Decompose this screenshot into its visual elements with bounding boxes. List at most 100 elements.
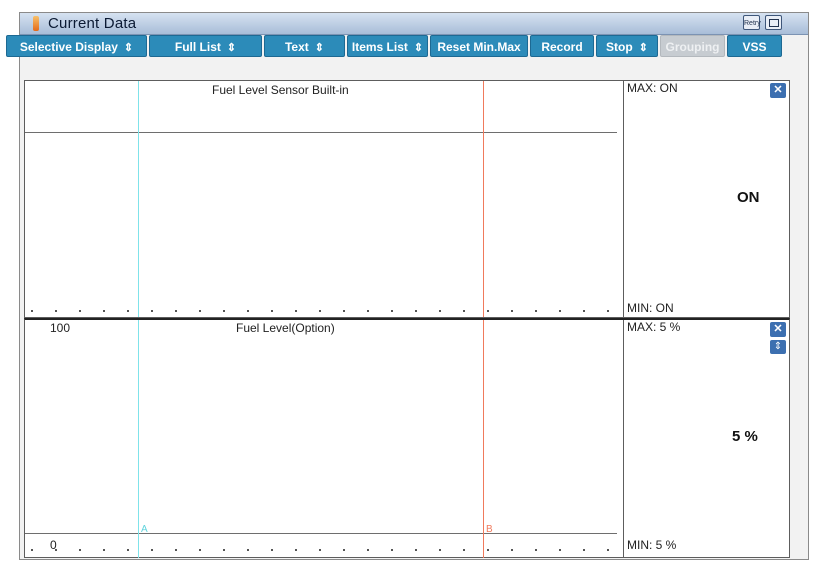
max-label: MAX: ON [627, 81, 678, 95]
graph-pane-fuel-level-sensor: Fuel Level Sensor Built-in MAX: ON ✕ ON … [24, 80, 790, 318]
cursor-b[interactable] [483, 320, 484, 558]
axis-tick [319, 549, 321, 551]
graph-side-panel: MAX: ON ✕ ON MIN: ON [623, 81, 791, 317]
record-label: Record [541, 40, 583, 54]
axis-tick [103, 549, 105, 551]
axis-tick [199, 310, 201, 312]
axis-tick [127, 310, 129, 312]
signal-trace [25, 132, 617, 133]
axis-tick [535, 549, 537, 551]
axis-tick [367, 549, 369, 551]
min-label: MIN: 5 % [627, 538, 677, 552]
axis-tick [583, 310, 585, 312]
axis-tick [559, 310, 561, 312]
selective-display-button[interactable]: Selective Display ⇕ [6, 35, 147, 57]
graph-side-panel: MAX: 5 % ✕ ⇕ 5 % MIN: 5 % [623, 320, 791, 558]
text-label: Text [284, 40, 309, 54]
axis-tick [175, 310, 177, 312]
updown-caret-icon: ⇕ [638, 42, 648, 54]
max-label: MAX: 5 % [627, 320, 681, 334]
cursor-a-label: A [141, 524, 148, 535]
axis-tick [55, 549, 57, 551]
close-icon[interactable]: ✕ [770, 322, 786, 337]
axis-tick [295, 310, 297, 312]
graph-title: Fuel Level(Option) [236, 321, 335, 335]
axis-tick [199, 549, 201, 551]
vss-button[interactable]: VSS [727, 35, 782, 57]
axis-tick [607, 310, 609, 312]
axis-tick [103, 310, 105, 312]
axis-tick [607, 549, 609, 551]
record-button[interactable]: Record [530, 35, 594, 57]
updown-caret-icon: ⇕ [413, 42, 424, 54]
cursor-a[interactable] [138, 81, 139, 317]
axis-tick [151, 549, 153, 551]
grouping-label: Grouping [665, 40, 720, 54]
app-icon [33, 16, 39, 31]
cursor-b-label: B [486, 524, 493, 535]
axis-tick [151, 310, 153, 312]
axis-tick [127, 549, 129, 551]
close-icon[interactable]: ✕ [770, 83, 786, 98]
stop-label: Stop [606, 40, 633, 54]
current-value: ON [737, 189, 760, 206]
axis-tick [223, 549, 225, 551]
stop-button[interactable]: Stop ⇕ [596, 35, 658, 57]
reset-min-max-button[interactable]: Reset Min.Max [430, 35, 528, 57]
restore-icon[interactable] [765, 15, 782, 30]
axis-tick [343, 310, 345, 312]
axis-tick [511, 310, 513, 312]
updown-caret-icon: ⇕ [123, 42, 134, 54]
full-list-label: Full List [174, 40, 221, 54]
axis-tick [391, 549, 393, 551]
graph-plot-area[interactable]: 100 Fuel Level(Option) A B 0 [25, 320, 623, 558]
cursor-a[interactable] [138, 320, 139, 558]
vss-label: VSS [742, 40, 767, 54]
full-list-button[interactable]: Full List ⇕ [149, 35, 262, 57]
axis-tick [415, 549, 417, 551]
current-value: 5 % [732, 428, 758, 445]
axis-tick [247, 310, 249, 312]
title-bar: Current Data Retry [20, 13, 808, 35]
axis-tick [79, 549, 81, 551]
min-label: MIN: ON [627, 301, 674, 315]
updown-caret-icon: ⇕ [226, 42, 237, 54]
axis-tick [223, 310, 225, 312]
axis-tick [463, 310, 465, 312]
graph-plot-area[interactable]: Fuel Level Sensor Built-in [25, 81, 623, 317]
axis-tick [535, 310, 537, 312]
items-list-label: Items List [351, 40, 408, 54]
up-down-icon[interactable]: ⇕ [770, 340, 786, 354]
axis-tick [559, 549, 561, 551]
items-list-button[interactable]: Items List ⇕ [347, 35, 428, 57]
axis-tick [583, 549, 585, 551]
cursor-b[interactable] [483, 81, 484, 317]
axis-tick [415, 310, 417, 312]
signal-trace [25, 533, 617, 534]
text-button[interactable]: Text ⇕ [264, 35, 345, 57]
axis-tick [295, 549, 297, 551]
axis-tick [367, 310, 369, 312]
updown-caret-icon: ⇕ [314, 42, 324, 54]
selective-display-label: Selective Display [19, 40, 118, 54]
grouping-button[interactable]: Grouping [660, 35, 725, 57]
axis-tick [439, 310, 441, 312]
axis-tick [175, 549, 177, 551]
graph-title: Fuel Level Sensor Built-in [212, 83, 349, 97]
retry-button[interactable]: Retry [743, 15, 761, 30]
axis-tick [343, 549, 345, 551]
axis-tick [391, 310, 393, 312]
axis-tick [55, 310, 57, 312]
axis-tick [271, 310, 273, 312]
axis-tick [31, 310, 33, 312]
axis-tick [487, 549, 489, 551]
axis-tick [31, 549, 33, 551]
axis-tick [271, 549, 273, 551]
axis-tick [247, 549, 249, 551]
axis-tick [319, 310, 321, 312]
axis-tick [463, 549, 465, 551]
axis-tick [511, 549, 513, 551]
window-title: Current Data [48, 15, 137, 32]
axis-tick [487, 310, 489, 312]
y-axis-max: 100 [50, 321, 71, 335]
